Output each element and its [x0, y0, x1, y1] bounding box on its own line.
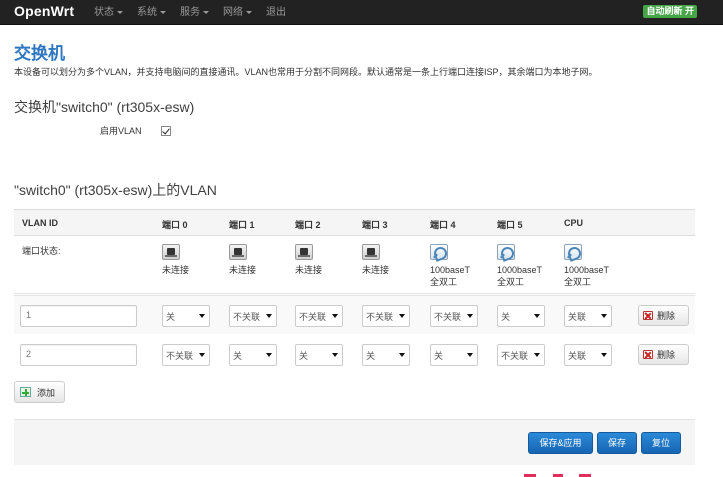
header-cpu: CPU — [564, 218, 584, 228]
port-status-row: 端口状态: 未连接 未连接 未连接 未连接 100baseT 全双工 1000ba… — [14, 236, 695, 294]
menu-services[interactable]: 服务 — [180, 0, 209, 25]
header-port-5: 端口 5 — [497, 220, 523, 230]
header-port-0: 端口 0 — [162, 220, 188, 230]
page-description: 本设备可以划分为多个VLAN，并支持电脑间的直接通讯。VLAN也常用于分割不同网… — [14, 67, 598, 77]
dropdown-arrow-icon — [601, 353, 607, 357]
port-status-text: 未连接 — [362, 265, 390, 275]
port-0-select[interactable]: 关 — [162, 305, 210, 327]
port-status-text: 1000baseT 全双工 — [497, 265, 543, 287]
port-cpu-select[interactable]: 关联 — [564, 344, 612, 366]
reset-button[interactable]: 复位 — [641, 432, 681, 454]
enable-vlan-checkbox[interactable] — [160, 125, 171, 136]
ethernet-port-up-icon — [564, 244, 582, 260]
add-vlan-button[interactable]: 添加 — [14, 381, 65, 403]
add-icon — [20, 387, 31, 397]
dropdown-arrow-icon — [467, 353, 473, 357]
dropdown-arrow-icon — [332, 353, 338, 357]
dropdown-arrow-icon — [467, 314, 473, 318]
menu-system[interactable]: 系统 — [137, 0, 166, 25]
vlan-id-input[interactable]: 2 — [20, 344, 137, 366]
port-cpu-select[interactable]: 关联 — [564, 305, 612, 327]
form-footer: 保存&应用 保存 复位 — [14, 419, 695, 465]
ethernet-port-down-icon — [229, 244, 247, 260]
header-vlan-id: VLAN ID — [22, 218, 58, 228]
save-apply-button[interactable]: 保存&应用 — [528, 432, 593, 454]
port-5-status: 1000baseT 全双工 — [497, 244, 542, 288]
page-title: 交换机 — [14, 44, 65, 63]
delete-vlan-button[interactable]: 删除 — [638, 344, 689, 365]
enable-vlan-row: 启用VLAN — [100, 124, 171, 137]
menu-network[interactable]: 网络 — [223, 0, 252, 25]
port-0-status: 未连接 — [162, 244, 189, 276]
port-status-label: 端口状态: — [22, 246, 61, 256]
port-status-text: 1000baseT 全双工 — [564, 265, 610, 287]
top-navbar: OpenWrt 状态 系统 服务 网络 退出 自动刷新 开 — [0, 0, 723, 25]
vlan-section-title: "switch0" (rt305x-esw)上的VLAN — [14, 182, 217, 198]
port-2-status: 未连接 — [295, 244, 322, 276]
port-5-select[interactable]: 不关联 — [497, 344, 545, 366]
dropdown-arrow-icon — [534, 314, 540, 318]
main-menu: 状态 系统 服务 网络 退出 — [94, 0, 300, 25]
delete-icon — [643, 350, 653, 359]
port-3-select[interactable]: 不关联 — [362, 305, 410, 327]
vlan-id-input[interactable]: 1 — [20, 305, 137, 327]
enable-vlan-label: 启用VLAN — [100, 126, 142, 136]
vlan-table-header: VLAN ID 端口 0 端口 1 端口 2 端口 3 端口 4 端口 5 CP… — [14, 209, 695, 236]
menu-status[interactable]: 状态 — [94, 0, 123, 25]
caret-down-icon — [160, 10, 166, 14]
header-port-3: 端口 3 — [362, 220, 388, 230]
caret-down-icon — [246, 10, 252, 14]
port-1-select[interactable]: 关 — [229, 344, 277, 366]
dropdown-arrow-icon — [399, 314, 405, 318]
dropdown-arrow-icon — [266, 314, 272, 318]
vlan-row: 1 关 不关联 不关联 不关联 不关联 关 关联 删除 — [14, 295, 695, 335]
dropdown-arrow-icon — [332, 314, 338, 318]
port-status-text: 未连接 — [162, 265, 190, 275]
port-0-select[interactable]: 不关联 — [162, 344, 210, 366]
port-2-select[interactable]: 关 — [295, 344, 343, 366]
port-status-text: 100baseT 全双工 — [430, 265, 471, 287]
caret-down-icon — [117, 10, 123, 14]
dropdown-arrow-icon — [601, 314, 607, 318]
delete-vlan-button[interactable]: 删除 — [638, 305, 689, 326]
vlan-row: 2 不关联 关 关 关 关 不关联 关联 删除 — [14, 335, 695, 375]
port-status-text: 未连接 — [295, 265, 323, 275]
ethernet-port-up-icon — [497, 244, 515, 260]
ethernet-port-down-icon — [362, 244, 380, 260]
port-3-select[interactable]: 关 — [362, 344, 410, 366]
ethernet-port-up-icon — [430, 244, 448, 260]
caret-down-icon — [203, 10, 209, 14]
header-port-2: 端口 2 — [295, 220, 321, 230]
port-4-select[interactable]: 不关联 — [430, 305, 478, 327]
port-3-status: 未连接 — [362, 244, 389, 276]
dropdown-arrow-icon — [199, 314, 205, 318]
dropdown-arrow-icon — [399, 353, 405, 357]
switch-section-title: 交换机"switch0" (rt305x-esw) — [14, 99, 195, 115]
port-1-status: 未连接 — [229, 244, 256, 276]
dropdown-arrow-icon — [199, 353, 205, 357]
ethernet-port-down-icon — [295, 244, 313, 260]
port-4-select[interactable]: 关 — [430, 344, 478, 366]
port-2-select[interactable]: 不关联 — [295, 305, 343, 327]
save-button[interactable]: 保存 — [597, 432, 637, 454]
port-1-select[interactable]: 不关联 — [229, 305, 277, 327]
dropdown-arrow-icon — [266, 353, 272, 357]
header-port-4: 端口 4 — [430, 220, 456, 230]
port-4-status: 100baseT 全双工 — [430, 244, 470, 288]
port-status-text: 未连接 — [229, 265, 257, 275]
ethernet-port-down-icon — [162, 244, 180, 260]
port-cpu-status: 1000baseT 全双工 — [564, 244, 609, 288]
menu-logout[interactable]: 退出 — [266, 0, 286, 25]
dropdown-arrow-icon — [534, 353, 540, 357]
brand-logo[interactable]: OpenWrt — [14, 3, 74, 19]
header-port-1: 端口 1 — [229, 220, 255, 230]
delete-icon — [643, 311, 653, 320]
port-5-select[interactable]: 关 — [497, 305, 545, 327]
auto-refresh-badge[interactable]: 自动刷新 开 — [643, 5, 697, 18]
